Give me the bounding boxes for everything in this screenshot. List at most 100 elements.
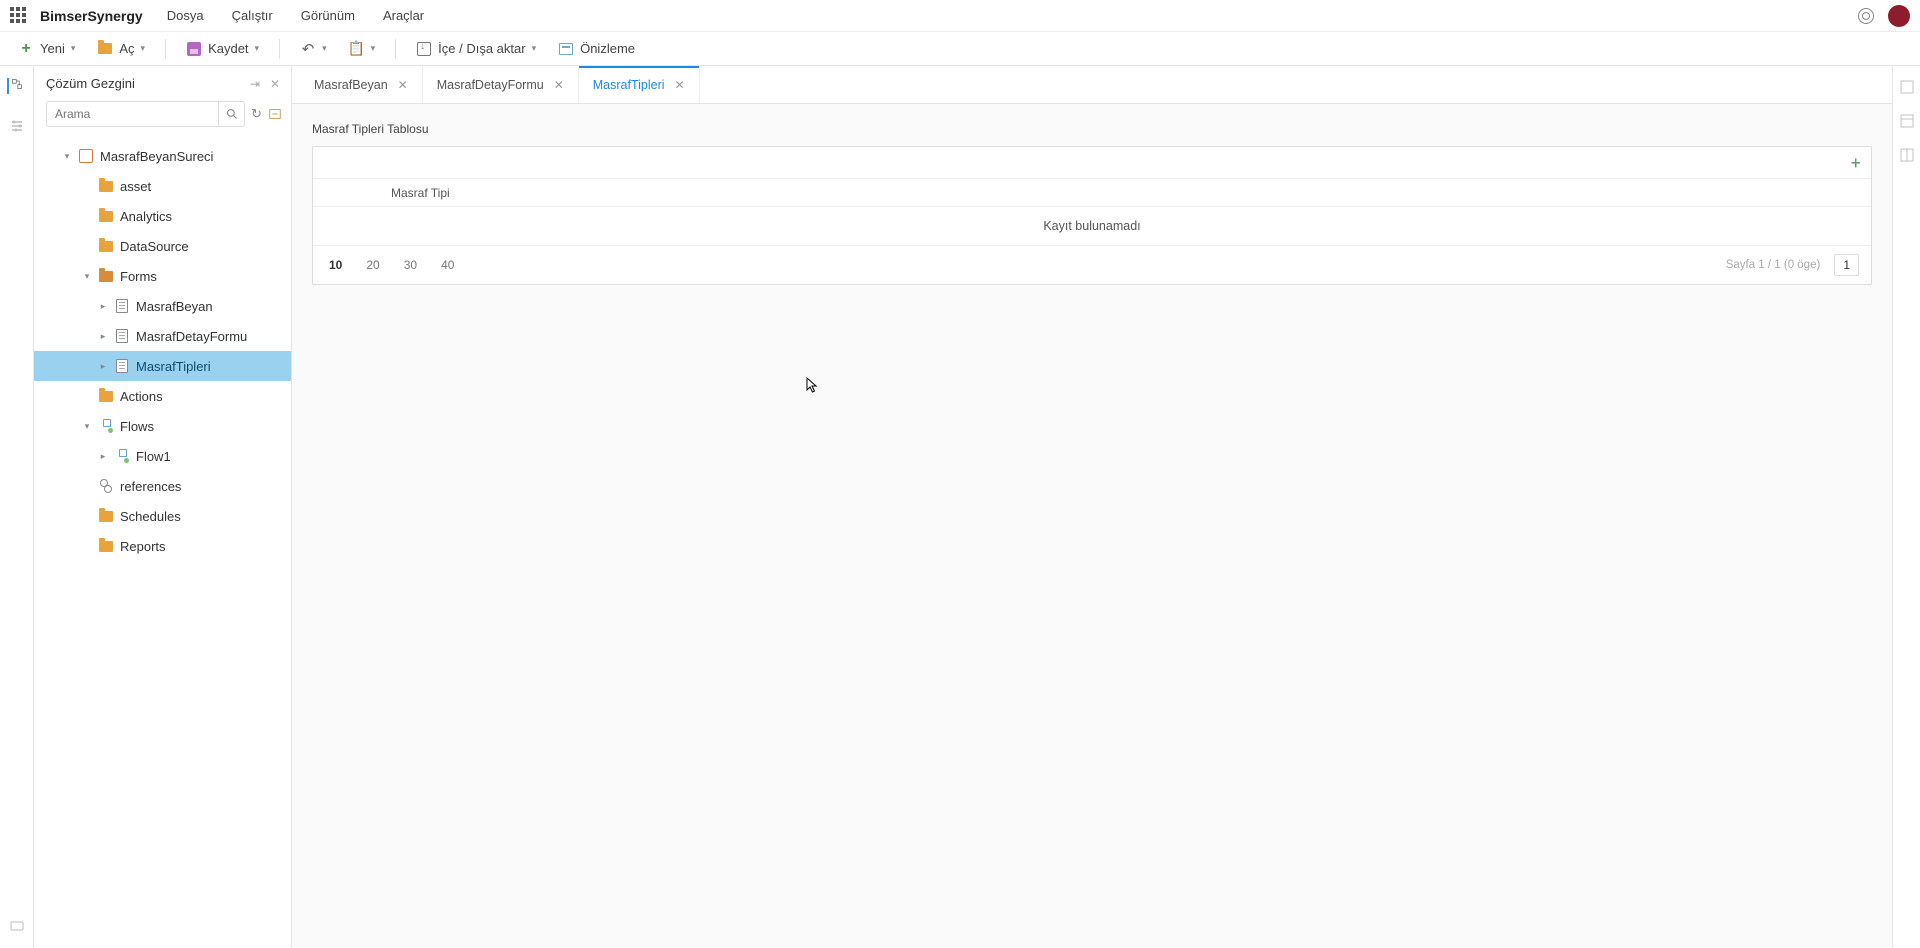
- tree-actions[interactable]: ▸ Actions: [34, 381, 291, 411]
- pin-icon[interactable]: ⇥: [249, 78, 261, 90]
- page-size-40[interactable]: 40: [437, 255, 458, 275]
- tree-datasource[interactable]: ▸ DataSource: [34, 231, 291, 261]
- import-icon: [417, 42, 431, 56]
- search-button[interactable]: [218, 102, 244, 126]
- chevron-down-icon: ▾: [532, 43, 537, 54]
- import-export-button[interactable]: İçe / Dışa aktar ▾: [408, 37, 544, 61]
- page-number[interactable]: 1: [1834, 254, 1859, 276]
- tab-label: MasrafDetayFormu: [437, 78, 544, 92]
- tree-form-masrafdetay[interactable]: ▸ MasrafDetayFormu: [34, 321, 291, 351]
- empty-message: Kayıt bulunamadı: [313, 207, 1871, 246]
- clipboard-button[interactable]: 📋 ▾: [341, 37, 384, 61]
- tree-analytics[interactable]: ▸ Analytics: [34, 201, 291, 231]
- caret-icon: ▾: [82, 421, 92, 432]
- tree: ▾ MasrafBeyanSureci ▸ asset ▸ Analytics …: [34, 135, 291, 948]
- caret-icon: ▾: [62, 151, 72, 162]
- tree-schedules[interactable]: ▸ Schedules: [34, 501, 291, 531]
- tree-reports[interactable]: ▸ Reports: [34, 531, 291, 561]
- tree-label: asset: [120, 179, 151, 194]
- caret-icon: ▸: [98, 451, 108, 462]
- folder-icon: [99, 271, 113, 282]
- tab-masrafdetay[interactable]: MasrafDetayFormu ✕: [423, 66, 579, 103]
- folder-icon: [99, 181, 113, 192]
- tree-label: MasrafBeyan: [136, 299, 213, 314]
- column-header[interactable]: Masraf Tipi: [385, 186, 450, 200]
- separator: [165, 39, 166, 59]
- left-rail: [0, 66, 34, 948]
- rail-right-2-icon[interactable]: [1900, 114, 1914, 128]
- undo-icon: ↶: [300, 41, 316, 57]
- tree-form-masrafbeyan[interactable]: ▸ MasrafBeyan: [34, 291, 291, 321]
- tree-asset[interactable]: ▸ asset: [34, 171, 291, 201]
- tree-label: Reports: [120, 539, 166, 554]
- form-icon: [116, 359, 128, 373]
- brand: BimserSynergy: [40, 8, 143, 24]
- tree-label: MasrafTipleri: [136, 359, 211, 374]
- folder-icon: [99, 241, 113, 252]
- page-size-10[interactable]: 10: [325, 255, 346, 275]
- user-avatar[interactable]: [1888, 5, 1910, 27]
- search-input[interactable]: [47, 102, 218, 126]
- folder-icon: [99, 211, 113, 222]
- sidebar-tools: ↻ ⋮: [34, 97, 291, 135]
- settings-icon[interactable]: [1858, 8, 1874, 24]
- save-icon: [187, 42, 201, 56]
- topbar: BimserSynergy Dosya Çalıştır Görünüm Ara…: [0, 0, 1920, 32]
- folder-icon: [99, 511, 113, 522]
- close-icon[interactable]: ✕: [398, 78, 408, 92]
- caret-icon: ▸: [98, 331, 108, 342]
- sidebar-header: Çözüm Gezgini ⇥ ✕: [34, 66, 291, 97]
- form-icon: [116, 299, 128, 313]
- separator: [395, 39, 396, 59]
- preview-icon: [559, 43, 573, 55]
- right-rail: [1892, 66, 1920, 948]
- tab-masraftipleri[interactable]: MasrafTipleri ✕: [579, 66, 700, 103]
- page-info: Sayfa 1 / 1 (0 öge): [1726, 259, 1821, 271]
- tree-label: Forms: [120, 269, 157, 284]
- import-label: İçe / Dışa aktar: [438, 41, 525, 56]
- save-button[interactable]: Kaydet ▾: [178, 37, 267, 61]
- menu-view[interactable]: Görünüm: [301, 8, 355, 23]
- page-sizes: 10 20 30 40: [325, 255, 458, 275]
- tree-flows[interactable]: ▾ Flows: [34, 411, 291, 441]
- tree-form-masraftipleri[interactable]: ▸ MasrafTipleri: [34, 351, 291, 381]
- tab-masrafbeyan[interactable]: MasrafBeyan ✕: [300, 66, 423, 103]
- main-menu: Dosya Çalıştır Görünüm Araçlar: [167, 8, 424, 23]
- menu-file[interactable]: Dosya: [167, 8, 204, 23]
- rail-right-3-icon[interactable]: [1900, 148, 1914, 162]
- tree-references[interactable]: ▸ references: [34, 471, 291, 501]
- open-label: Aç: [119, 41, 134, 56]
- tree-label: Flows: [120, 419, 154, 434]
- refresh-icon[interactable]: ↻: [251, 105, 262, 123]
- undo-button[interactable]: ↶ ▾: [292, 37, 335, 61]
- folder-icon: [98, 43, 112, 54]
- close-icon[interactable]: ✕: [675, 78, 685, 92]
- chevron-down-icon: ▾: [322, 43, 327, 54]
- open-button[interactable]: Aç ▾: [89, 37, 153, 61]
- tree-flow1[interactable]: ▸ Flow1: [34, 441, 291, 471]
- rail-properties-icon[interactable]: [9, 118, 25, 134]
- sidebar: Çözüm Gezgini ⇥ ✕ ↻ ⋮ ▾: [34, 66, 292, 948]
- rail-right-1-icon[interactable]: [1900, 80, 1914, 94]
- form-title: Masraf Tipleri Tablosu: [312, 122, 1872, 136]
- folder-icon: [99, 391, 113, 402]
- page-size-20[interactable]: 20: [362, 255, 383, 275]
- menu-tools[interactable]: Araçlar: [383, 8, 424, 23]
- close-icon[interactable]: ✕: [269, 78, 281, 90]
- tree-label: DataSource: [120, 239, 189, 254]
- preview-button[interactable]: Önizleme: [550, 37, 643, 61]
- chevron-down-icon: ▾: [71, 43, 76, 54]
- tree-label: MasrafDetayFormu: [136, 329, 247, 344]
- rail-bottom-icon[interactable]: [9, 918, 25, 934]
- rail-explorer-icon[interactable]: [7, 78, 23, 94]
- tree-forms[interactable]: ▾ Forms: [34, 261, 291, 291]
- table-footer: 10 20 30 40 Sayfa 1 / 1 (0 öge) 1: [313, 246, 1871, 284]
- tree-project[interactable]: ▾ MasrafBeyanSureci: [34, 141, 291, 171]
- apps-icon[interactable]: [10, 7, 28, 25]
- close-icon[interactable]: ✕: [554, 78, 564, 92]
- page-size-30[interactable]: 30: [400, 255, 421, 275]
- menu-run[interactable]: Çalıştır: [232, 8, 273, 23]
- add-row-button[interactable]: +: [1850, 154, 1861, 172]
- new-button[interactable]: + Yeni ▾: [10, 37, 83, 61]
- collapse-icon[interactable]: [268, 105, 282, 123]
